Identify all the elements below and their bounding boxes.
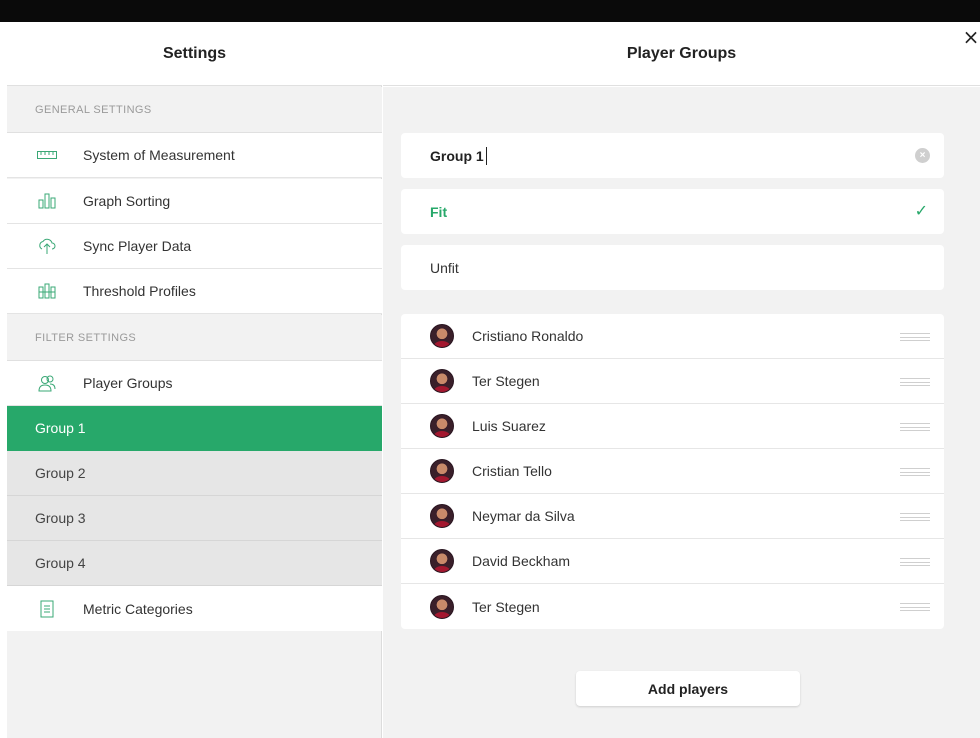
player-name: David Beckham xyxy=(472,553,571,569)
sidebar-item-threshold-profiles[interactable]: Threshold Profiles xyxy=(7,269,382,314)
check-icon: ✓ xyxy=(914,201,928,220)
sidebar-item-label: Sync Player Data xyxy=(83,238,192,254)
avatar xyxy=(430,414,454,438)
drag-handle-icon[interactable] xyxy=(900,423,930,431)
sidebar-item-label: Threshold Profiles xyxy=(83,283,196,299)
drag-handle-icon[interactable] xyxy=(900,378,930,386)
sidebar-item-group-4[interactable]: Group 4 xyxy=(7,541,382,586)
threshold-chart-icon xyxy=(37,281,57,301)
avatar xyxy=(430,369,454,393)
sidebar-item-group-1[interactable]: Group 1 xyxy=(7,406,382,451)
list-item[interactable]: Ter Stegen xyxy=(401,359,944,404)
player-name: Cristiano Ronaldo xyxy=(472,328,584,344)
avatar xyxy=(430,549,454,573)
option-label: Fit xyxy=(430,203,448,220)
filter-settings-label: FILTER SETTINGS xyxy=(7,315,382,361)
users-icon xyxy=(37,373,57,393)
sidebar-item-system-of-measurement[interactable]: System of Measurement xyxy=(7,133,382,178)
drag-handle-icon[interactable] xyxy=(900,513,930,521)
avatar xyxy=(430,594,454,619)
player-list: Cristiano Ronaldo Ter Stegen Luis Suarez… xyxy=(401,314,944,629)
document-list-icon xyxy=(37,599,57,619)
player-groups-header: Player Groups xyxy=(383,22,980,86)
page-title: Player Groups xyxy=(626,44,737,62)
option-label: Unfit xyxy=(430,259,459,276)
sidebar-item-metric-categories[interactable]: Metric Categories xyxy=(7,586,382,631)
list-item[interactable]: Neymar da Silva xyxy=(401,494,944,539)
option-unfit[interactable]: Unfit xyxy=(401,245,944,290)
close-button[interactable]: × xyxy=(962,26,980,48)
cloud-sync-icon xyxy=(37,236,57,256)
window-top-bar xyxy=(0,0,980,22)
clear-icon[interactable]: × xyxy=(915,148,930,163)
group-name-value: Group 1 xyxy=(430,147,484,164)
player-name: Ter Stegen xyxy=(472,373,540,389)
sidebar-item-group-2[interactable]: Group 2 xyxy=(7,451,382,496)
list-item[interactable]: Ter Stegen xyxy=(401,584,944,629)
drag-handle-icon[interactable] xyxy=(900,603,930,611)
list-item[interactable]: Cristian Tello xyxy=(401,449,944,494)
sidebar-item-label: Metric Categories xyxy=(83,600,193,617)
avatar xyxy=(430,324,454,348)
sidebar-item-player-groups[interactable]: Player Groups xyxy=(7,361,382,406)
settings-title: Settings xyxy=(162,44,227,62)
list-item[interactable]: Luis Suarez xyxy=(401,404,944,449)
sidebar-item-graph-sorting[interactable]: Graph Sorting xyxy=(7,179,382,224)
drag-handle-icon[interactable] xyxy=(900,468,930,476)
bar-chart-icon xyxy=(37,191,57,211)
sidebar-item-sync-player-data[interactable]: Sync Player Data xyxy=(7,224,382,269)
sidebar-item-label: Player Groups xyxy=(83,375,173,391)
avatar xyxy=(430,504,454,528)
avatar xyxy=(430,459,454,483)
list-item[interactable]: David Beckham xyxy=(401,539,944,584)
player-name: Cristian Tello xyxy=(472,463,552,479)
list-item[interactable]: Cristiano Ronaldo xyxy=(401,314,944,359)
option-fit[interactable]: Fit ✓ xyxy=(401,189,944,234)
drag-handle-icon[interactable] xyxy=(900,333,930,341)
player-groups-panel: Group 1 × Fit ✓ Unfit Cristiano Ronaldo … xyxy=(383,87,980,738)
text-caret xyxy=(485,146,487,165)
player-name: Ter Stegen xyxy=(472,598,540,615)
general-settings-label: GENERAL SETTINGS xyxy=(7,87,382,133)
group-name-field[interactable]: Group 1 × xyxy=(401,133,944,178)
player-name: Neymar da Silva xyxy=(472,508,575,524)
ruler-icon xyxy=(37,145,57,165)
drag-handle-icon[interactable] xyxy=(900,558,930,566)
settings-sidebar: Settings GENERAL SETTINGS System of Meas… xyxy=(7,22,382,738)
sidebar-item-label: Graph Sorting xyxy=(83,193,171,209)
settings-header: Settings xyxy=(7,22,382,86)
sidebar-item-label: System of Measurement xyxy=(83,147,235,163)
add-players-button[interactable]: Add players xyxy=(576,671,800,706)
sidebar-item-group-3[interactable]: Group 3 xyxy=(7,496,382,541)
player-name: Luis Suarez xyxy=(472,418,546,434)
